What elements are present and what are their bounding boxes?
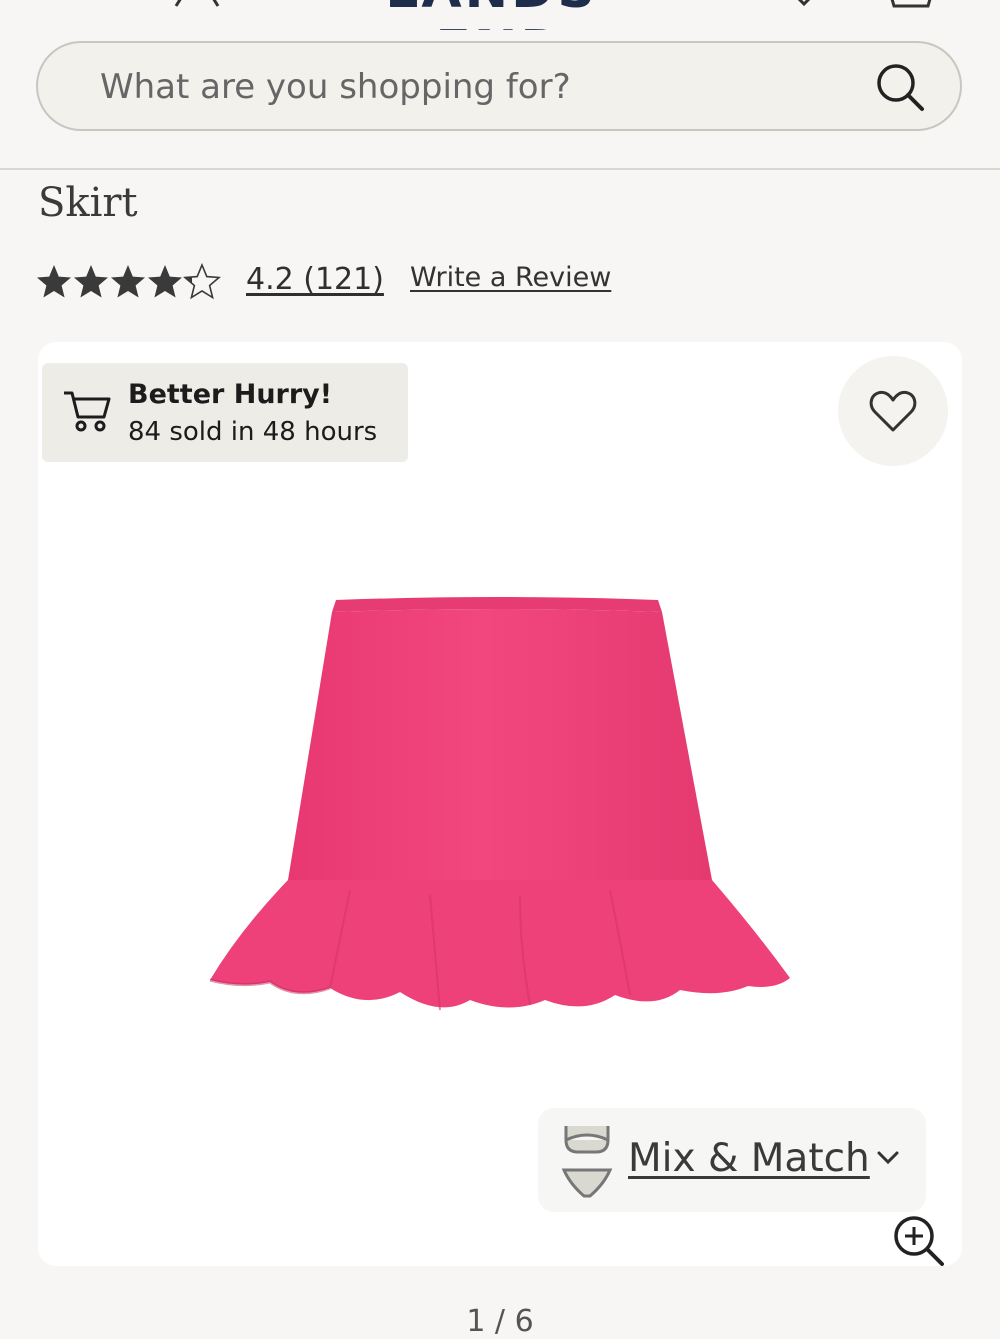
write-review-link[interactable]: Write a Review — [410, 262, 611, 293]
urgency-subtitle: 84 sold in 48 hours — [128, 417, 378, 447]
mix-match-label: Mix & Match — [628, 1136, 870, 1181]
urgency-badge: Better Hurry! 84 sold in 48 hours — [42, 363, 408, 462]
cart-icon[interactable] — [886, 0, 936, 10]
search-icon[interactable] — [874, 61, 926, 113]
top-header: LANDS' END — [0, 0, 1000, 30]
zoom-in-icon[interactable] — [892, 1214, 946, 1268]
product-image[interactable] — [200, 590, 800, 1020]
star-icon — [74, 265, 108, 298]
rating-stars — [37, 264, 220, 299]
add-to-wishlist-button[interactable] — [838, 356, 948, 466]
brand-logo[interactable]: LANDS' END — [336, 0, 666, 30]
mix-match-dropdown[interactable]: Mix & Match — [538, 1108, 926, 1212]
wishlist-icon[interactable] — [784, 0, 824, 8]
urgency-title: Better Hurry! — [128, 379, 333, 410]
rating-summary-link[interactable]: 4.2 (121) — [246, 262, 384, 297]
search-bar — [36, 41, 962, 131]
star-icon — [37, 265, 71, 298]
chevron-down-icon — [877, 1151, 899, 1165]
shopping-cart-icon — [64, 391, 111, 432]
account-icon[interactable] — [172, 0, 222, 8]
header-divider — [0, 168, 1000, 170]
star-icon — [111, 265, 145, 298]
bikini-icon — [561, 1126, 613, 1198]
heart-icon — [869, 390, 917, 432]
gallery-pager: 1 / 6 — [466, 1304, 534, 1339]
search-input[interactable] — [98, 61, 862, 113]
star-icon — [184, 264, 220, 299]
product-title: Skirt — [38, 180, 138, 226]
star-icon — [148, 265, 182, 298]
